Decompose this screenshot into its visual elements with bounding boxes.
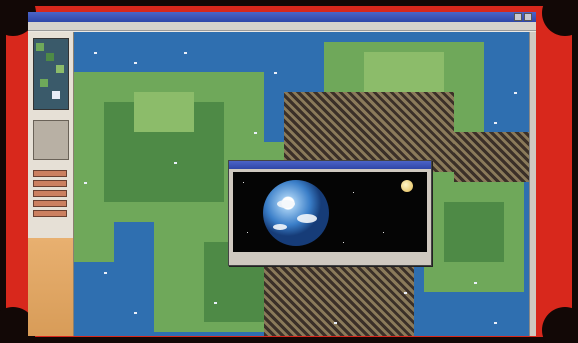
sidebar-button[interactable] xyxy=(33,170,67,177)
land-tile xyxy=(444,202,504,262)
cloud xyxy=(277,200,295,208)
star xyxy=(247,232,248,233)
unit-marker[interactable] xyxy=(494,322,497,324)
sidebar-sand-panel xyxy=(28,238,73,336)
land-tile xyxy=(74,222,114,262)
unit-marker[interactable] xyxy=(84,182,87,184)
vertical-scrollbar[interactable] xyxy=(529,32,536,336)
unit-marker[interactable] xyxy=(254,132,257,134)
minimap-cell xyxy=(40,79,48,87)
minimap-cell xyxy=(36,43,44,51)
minimap[interactable] xyxy=(33,38,69,110)
sidebar-button[interactable] xyxy=(33,210,67,217)
cloud xyxy=(273,224,287,230)
unit-marker[interactable] xyxy=(404,292,407,294)
sidebar-button[interactable] xyxy=(33,200,67,207)
moon-icon xyxy=(401,180,413,192)
minimap-cell xyxy=(56,65,64,73)
star xyxy=(353,192,354,193)
unit-info-panel xyxy=(33,120,69,160)
window-titlebar xyxy=(28,12,536,22)
corner-notch xyxy=(542,0,578,36)
unit-marker[interactable] xyxy=(474,282,477,284)
unit-marker[interactable] xyxy=(174,162,177,164)
corner-notch xyxy=(542,307,578,343)
unit-marker[interactable] xyxy=(184,52,187,54)
sidebar-button[interactable] xyxy=(33,180,67,187)
magazine-frame xyxy=(0,0,578,343)
unit-marker[interactable] xyxy=(334,322,337,324)
unit-marker[interactable] xyxy=(214,302,217,304)
earth-image xyxy=(263,180,329,246)
land-tile xyxy=(364,52,444,92)
unit-marker[interactable] xyxy=(134,62,137,64)
unit-marker[interactable] xyxy=(134,312,137,314)
unit-marker[interactable] xyxy=(514,92,517,94)
planet-dialog xyxy=(228,160,432,266)
unit-marker[interactable] xyxy=(104,272,107,274)
unit-marker[interactable] xyxy=(274,72,277,74)
left-sidebar xyxy=(28,32,74,336)
space-view xyxy=(233,172,427,252)
dialog-titlebar xyxy=(229,161,431,169)
dialog-caption xyxy=(269,254,389,262)
menu-bar xyxy=(28,22,536,31)
star xyxy=(383,232,384,233)
cloud xyxy=(297,214,317,223)
land-tile xyxy=(134,92,194,132)
sidebar-button[interactable] xyxy=(33,190,67,197)
star xyxy=(243,182,244,183)
minimize-button[interactable] xyxy=(514,13,522,21)
minimap-cell xyxy=(52,91,60,99)
hills-tile xyxy=(454,132,530,182)
unit-marker[interactable] xyxy=(494,122,497,124)
close-button[interactable] xyxy=(524,13,532,21)
hills-tile xyxy=(264,262,414,336)
star xyxy=(343,242,344,243)
unit-marker[interactable] xyxy=(94,52,97,54)
minimap-cell xyxy=(46,53,54,61)
